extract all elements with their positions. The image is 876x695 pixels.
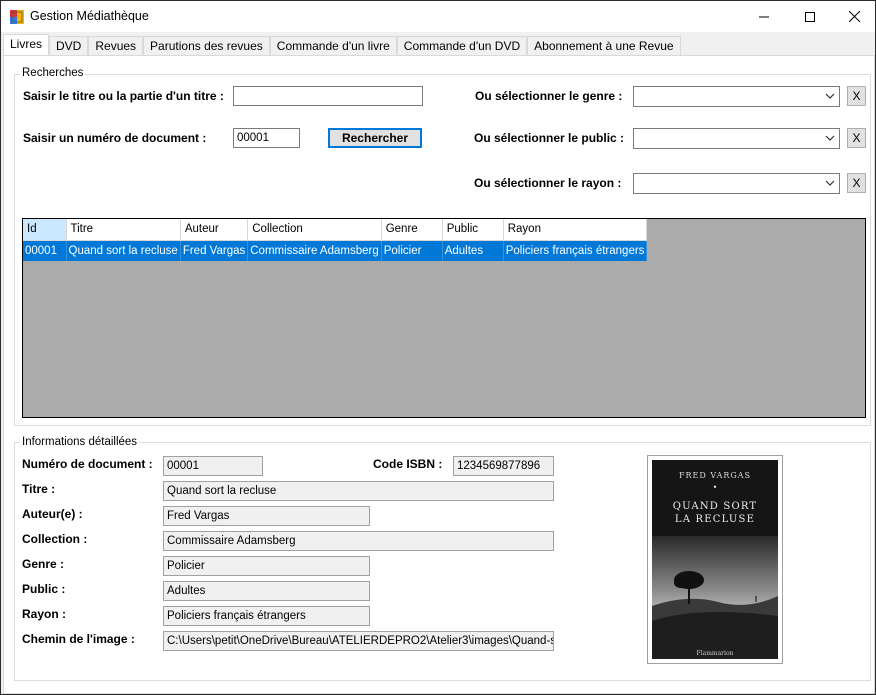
rayon-field[interactable]: Policiers français étrangers [163, 606, 370, 626]
column-header-auteur[interactable]: Auteur [180, 219, 249, 241]
grid-header-row: Id Titre Auteur Collection Genre Public … [23, 219, 648, 241]
genre-label: Genre : [22, 557, 65, 571]
cell-titre[interactable]: Quand sort la recluse [66, 240, 181, 261]
table-row[interactable]: 00001 Quand sort la recluse Fred Vargas … [23, 240, 648, 261]
column-header-genre[interactable]: Genre [381, 219, 443, 241]
book-cover-picture: FRED VARGAS • QUAND SORT LA RECLUSE Flam… [647, 455, 783, 664]
isbn-field[interactable]: 1234569877896 [453, 456, 554, 476]
public-select-label: Ou sélectionner le public : [474, 131, 625, 145]
search-legend: Recherches [20, 67, 86, 79]
rayon-label: Rayon : [22, 607, 67, 621]
public-label: Public : [22, 582, 66, 596]
chevron-down-icon [825, 93, 835, 99]
clear-genre-button[interactable]: X [847, 86, 866, 106]
cover-publisher: Flammarion [697, 650, 734, 657]
docnum-field[interactable]: 00001 [163, 456, 263, 476]
maximize-icon [805, 11, 815, 22]
public-field[interactable]: Adultes [163, 581, 370, 601]
public-select[interactable] [633, 128, 840, 149]
tab-revues[interactable]: Revues [88, 36, 144, 56]
minimize-button[interactable] [741, 1, 787, 32]
book-cover-image: FRED VARGAS • QUAND SORT LA RECLUSE Flam… [652, 460, 778, 659]
column-header-id[interactable]: Id [23, 219, 67, 241]
tab-strip: Livres DVD Revues Parutions des revues C… [3, 34, 681, 56]
cell-genre[interactable]: Policier [381, 240, 443, 261]
cover-title-line2: LA RECLUSE [675, 514, 755, 525]
chevron-down-icon [825, 135, 835, 141]
genre-select-label: Ou sélectionner le genre : [475, 89, 623, 103]
genre-field[interactable]: Policier [163, 556, 370, 576]
titre-label: Titre : [22, 482, 56, 496]
docnum-search-input[interactable]: 00001 [233, 128, 300, 148]
column-header-rayon[interactable]: Rayon [503, 219, 648, 241]
auteur-field[interactable]: Fred Vargas [163, 506, 370, 526]
tab-parutions[interactable]: Parutions des revues [143, 36, 270, 56]
rayon-select[interactable] [633, 173, 840, 194]
collection-field[interactable]: Commissaire Adamsberg [163, 531, 554, 551]
column-header-public[interactable]: Public [442, 219, 504, 241]
tab-commande-dvd[interactable]: Commande d'un DVD [396, 36, 528, 56]
clear-public-button[interactable]: X [847, 128, 866, 148]
isbn-label: Code ISBN : [373, 457, 443, 471]
maximize-button[interactable] [787, 1, 833, 32]
tab-abonnement[interactable]: Abonnement à une Revue [527, 36, 681, 56]
image-path-label: Chemin de l'image : [22, 632, 135, 646]
tab-commande-livre[interactable]: Commande d'un livre [269, 36, 397, 56]
main-window: Gestion Médiathèque Livres DVD Revues Pa… [0, 0, 876, 695]
cover-author-text: FRED VARGAS [679, 471, 751, 480]
clear-rayon-button[interactable]: X [847, 173, 866, 193]
details-legend: Informations détaillées [20, 436, 140, 448]
genre-select[interactable] [633, 86, 840, 107]
column-header-collection[interactable]: Collection [247, 219, 382, 241]
docnum-search-label: Saisir un numéro de document : [23, 131, 207, 145]
rayon-select-label: Ou sélectionner le rayon : [474, 176, 622, 190]
close-button[interactable] [831, 1, 876, 32]
close-icon [848, 11, 860, 22]
auteur-label: Auteur(e) : [22, 507, 83, 521]
cell-auteur[interactable]: Fred Vargas [180, 240, 249, 261]
minimize-icon [759, 16, 769, 17]
search-button[interactable]: Rechercher [328, 128, 422, 148]
image-path-field[interactable]: C:\Users\petit\OneDrive\Bureau\ATELIERDE… [163, 631, 554, 651]
cell-collection[interactable]: Commissaire Adamsberg [247, 240, 382, 261]
app-icon [10, 10, 24, 24]
collection-label: Collection : [22, 532, 88, 546]
cell-rayon[interactable]: Policiers français étrangers [503, 240, 648, 261]
cover-dot: • [713, 483, 718, 492]
window-title: Gestion Médiathèque [30, 9, 149, 23]
column-header-titre[interactable]: Titre [66, 219, 181, 241]
chevron-down-icon [825, 180, 835, 186]
cover-title-line1: QUAND SORT [673, 501, 758, 512]
tab-dvd[interactable]: DVD [49, 36, 89, 56]
docnum-label: Numéro de document : [22, 457, 153, 471]
tab-livres[interactable]: Livres [3, 34, 50, 56]
title-bar: Gestion Médiathèque [1, 1, 875, 32]
titre-field[interactable]: Quand sort la recluse [163, 481, 554, 501]
books-datagrid[interactable]: Id Titre Auteur Collection Genre Public … [22, 218, 866, 418]
title-search-label: Saisir le titre ou la partie d'un titre … [23, 89, 224, 103]
title-search-input[interactable] [233, 86, 423, 106]
cell-public[interactable]: Adultes [442, 240, 504, 261]
cell-id[interactable]: 00001 [23, 240, 67, 261]
